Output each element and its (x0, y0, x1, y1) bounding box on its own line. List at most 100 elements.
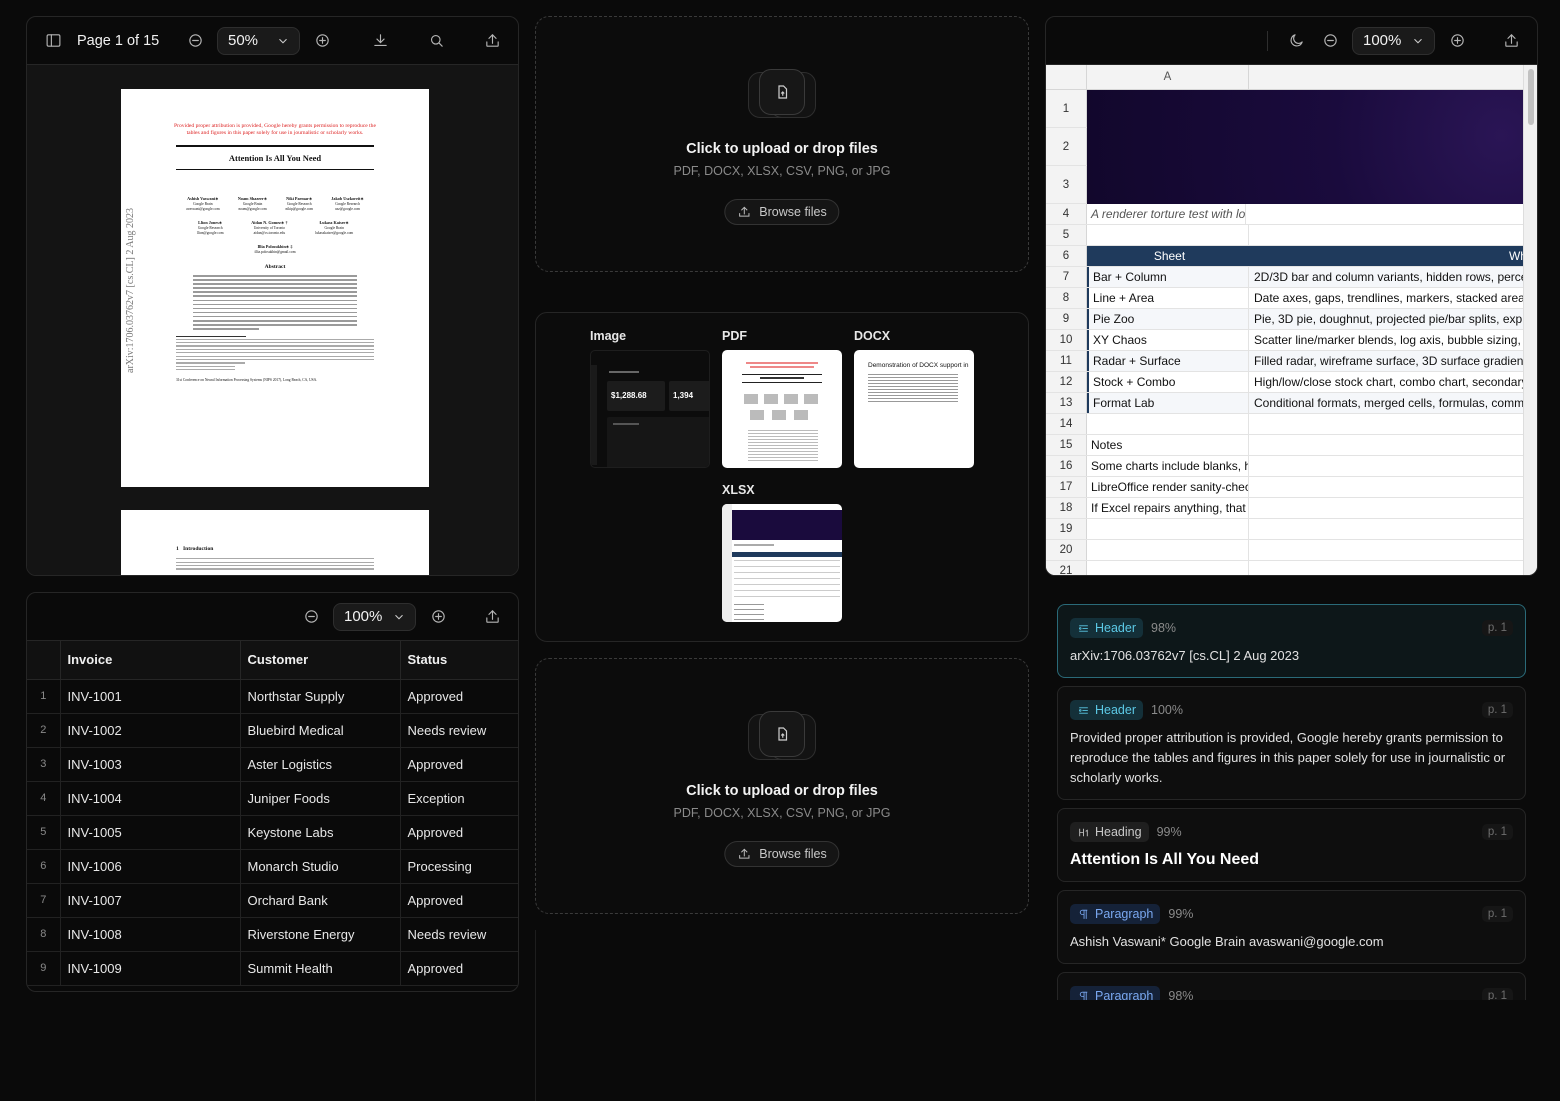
upload-dropzone-top[interactable]: Click to upload or drop files PDF, DOCX,… (535, 16, 1029, 272)
sample-pdf-thumbnail[interactable] (722, 350, 842, 468)
share-icon[interactable] (1499, 29, 1523, 53)
column-header-customer[interactable]: Customer (240, 641, 401, 680)
note-cell[interactable]: If Excel repairs anything, that (1087, 498, 1249, 518)
zoom-in-icon[interactable] (1445, 29, 1469, 53)
block-card-4[interactable]: Paragraph 99% p. 1 Ashish Vaswani* Googl… (1057, 890, 1526, 964)
notes-label-cell[interactable]: Notes (1087, 435, 1249, 455)
invoice-cell[interactable]: INV-1008 (60, 917, 241, 952)
customer-cell[interactable]: Juniper Foods (240, 781, 401, 816)
sheet-name-cell[interactable]: Line + Area (1087, 288, 1249, 308)
customer-cell[interactable]: Keystone Labs (240, 815, 401, 850)
sheet-row: 8 Line + Area Date axes, gaps, trendlines,… (1046, 288, 1537, 309)
description-cell[interactable]: Scatter line/marker blends, log axis, bu… (1249, 330, 1537, 350)
zoom-in-icon[interactable] (310, 29, 334, 53)
sheet-name-cell[interactable]: Pie Zoo (1087, 309, 1249, 329)
table-row[interactable]: 6 INV-1006 Monarch Studio Processing (27, 849, 518, 884)
customer-cell[interactable]: Riverstone Energy (240, 917, 401, 952)
column-header-a[interactable]: A (1087, 65, 1249, 90)
table-row[interactable]: 2 INV-1002 Bluebird Medical Needs review (27, 713, 518, 748)
download-icon[interactable] (368, 29, 392, 53)
dark-mode-icon[interactable] (1284, 29, 1308, 53)
block-card-3[interactable]: Heading 99% p. 1 Attention Is All You Ne… (1057, 808, 1526, 882)
invoice-cell[interactable]: INV-1003 (60, 747, 241, 782)
customer-cell[interactable]: Summit Health (240, 951, 401, 986)
sample-pdf[interactable]: PDF (722, 329, 842, 468)
sample-xlsx[interactable]: XLSX (722, 483, 842, 622)
table-row[interactable]: 8 INV-1008 Riverstone Energy Needs review (27, 917, 518, 952)
browse-files-button[interactable]: Browse files (724, 841, 840, 867)
sheet-name-cell[interactable]: Bar + Column (1087, 267, 1249, 287)
block-card-2[interactable]: Header 100% p. 1 Provided proper attribu… (1057, 686, 1526, 800)
customer-cell[interactable]: Northstar Supply (240, 679, 401, 714)
status-cell[interactable]: Approved (400, 883, 518, 918)
search-icon[interactable] (424, 29, 448, 53)
description-cell[interactable]: Date axes, gaps, trendlines, markers, st… (1249, 288, 1537, 308)
sample-docx-thumbnail[interactable]: Demonstration of DOCX support in (854, 350, 974, 468)
sheet-name-cell[interactable]: Radar + Surface (1087, 351, 1249, 371)
status-cell[interactable]: Approved (400, 815, 518, 850)
status-cell[interactable]: Exception (400, 781, 518, 816)
row-number: 4 (27, 781, 61, 816)
sample-image-thumbnail[interactable]: $1,288.68 1,394 (590, 350, 710, 468)
table-row[interactable]: 3 INV-1003 Aster Logistics Approved (27, 747, 518, 782)
status-cell[interactable]: Approved (400, 951, 518, 986)
block-card-1[interactable]: Header 98% p. 1 arXiv:1706.03762v7 [cs.C… (1057, 604, 1526, 678)
description-cell[interactable]: Filled radar, wireframe surface, 3D surf… (1249, 351, 1537, 371)
description-cell[interactable]: Conditional formats, merged cells, formu… (1249, 393, 1537, 413)
customer-cell[interactable]: Monarch Studio (240, 849, 401, 884)
description-cell[interactable]: Pie, 3D pie, doughnut, projected pie/bar… (1249, 309, 1537, 329)
column-header-invoice[interactable]: Invoice (60, 641, 241, 680)
zoom-select[interactable]: 100% (1352, 26, 1435, 55)
invoice-cell[interactable]: INV-1007 (60, 883, 241, 918)
zoom-out-icon[interactable] (183, 29, 207, 53)
invoice-cell[interactable]: INV-1004 (60, 781, 241, 816)
customer-cell[interactable]: Bluebird Medical (240, 713, 401, 748)
sheet-name-cell[interactable]: Stock + Combo (1087, 372, 1249, 392)
invoice-cell[interactable]: INV-1006 (60, 849, 241, 884)
sample-docx[interactable]: DOCX Demonstration of DOCX support in (854, 329, 974, 468)
description-cell[interactable]: High/low/close stock chart, combo chart,… (1249, 372, 1537, 392)
vertical-scrollbar[interactable] (1523, 65, 1537, 575)
table-row[interactable]: 9 INV-1009 Summit Health Approved (27, 951, 518, 986)
note-cell[interactable]: LibreOffice render sanity-chec (1087, 477, 1249, 497)
table-row[interactable]: 7 INV-1007 Orchard Bank Approved (27, 883, 518, 918)
upload-dropzone-bottom[interactable]: Click to upload or drop files PDF, DOCX,… (535, 658, 1029, 914)
row-20: 20 (1046, 540, 1537, 561)
share-icon[interactable] (480, 29, 504, 53)
pdf-canvas[interactable]: arXiv:1706.03762v7 [cs.CL] 2 Aug 2023 Pr… (27, 65, 518, 575)
status-cell[interactable]: Approved (400, 747, 518, 782)
sidebar-toggle-icon[interactable] (41, 29, 65, 53)
zoom-in-icon[interactable] (426, 605, 450, 629)
zoom-out-icon[interactable] (1318, 29, 1342, 53)
invoice-cell[interactable]: INV-1002 (60, 713, 241, 748)
table-row[interactable]: 4 INV-1004 Juniper Foods Exception (27, 781, 518, 816)
sheet-name-cell[interactable]: XY Chaos (1087, 330, 1249, 350)
zoom-select[interactable]: 50% (217, 26, 300, 55)
zoom-out-icon[interactable] (299, 605, 323, 629)
sample-xlsx-thumbnail[interactable] (722, 504, 842, 622)
scrollbar-thumb[interactable] (1528, 69, 1534, 125)
zoom-select[interactable]: 100% (333, 602, 416, 631)
status-cell[interactable]: Needs review (400, 917, 518, 952)
share-icon[interactable] (480, 605, 504, 629)
table-row[interactable]: 5 INV-1005 Keystone Labs Approved (27, 815, 518, 850)
browse-files-button[interactable]: Browse files (724, 199, 840, 225)
sheet-name-cell[interactable]: Format Lab (1087, 393, 1249, 413)
note-cell[interactable]: Some charts include blanks, h (1087, 456, 1249, 476)
sample-image[interactable]: Image $1,288.68 1,394 (590, 329, 710, 468)
customer-cell[interactable]: Orchard Bank (240, 883, 401, 918)
invoice-cell[interactable]: INV-1005 (60, 815, 241, 850)
subtitle-cell[interactable]: A renderer torture test with lo (1087, 204, 1247, 224)
table-row[interactable]: 1 INV-1001 Northstar Supply Approved (27, 679, 518, 714)
header-what-cell[interactable]: What (1249, 246, 1537, 266)
invoice-cell[interactable]: INV-1009 (60, 951, 241, 986)
customer-cell[interactable]: Aster Logistics (240, 747, 401, 782)
header-sheet-cell[interactable]: Sheet (1087, 246, 1249, 266)
description-cell[interactable]: 2D/3D bar and column variants, hidden ro… (1249, 267, 1537, 287)
status-cell[interactable]: Needs review (400, 713, 518, 748)
status-cell[interactable]: Approved (400, 679, 518, 714)
status-cell[interactable]: Processing (400, 849, 518, 884)
sheet-grid[interactable]: A 1 2 3 4A renderer torture test with lo… (1046, 65, 1537, 575)
invoice-cell[interactable]: INV-1001 (60, 679, 241, 714)
column-header-status[interactable]: Status (400, 641, 518, 680)
